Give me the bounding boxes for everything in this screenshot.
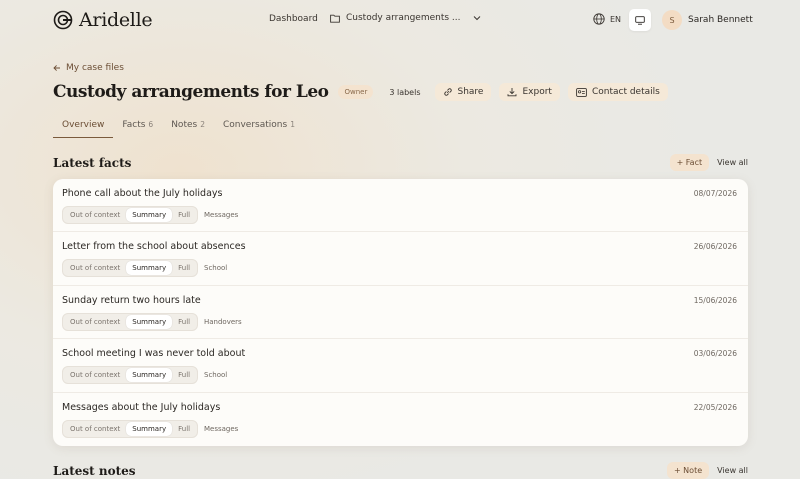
case-tabs: Overview Facts 6 Notes 2 Conversations 1 <box>53 116 748 138</box>
tab-label: Conversations <box>222 120 288 130</box>
arrow-left-icon <box>53 65 60 71</box>
list-item[interactable]: Sunday return two hours late 15/06/2026 … <box>53 286 748 340</box>
view-all-notes-link[interactable]: View all <box>717 466 748 475</box>
list-item[interactable]: Phone call about the July holidays 08/07… <box>53 179 748 233</box>
fact-title: Sunday return two hours late <box>62 294 201 306</box>
fact-category: School <box>204 371 228 380</box>
labels-button[interactable]: 3 labels <box>383 85 426 100</box>
summary-option[interactable]: Summary <box>126 368 173 383</box>
full-option[interactable]: Full <box>172 315 196 329</box>
fact-date: 03/06/2026 <box>693 349 737 359</box>
latest-notes-actions: + Note View all <box>666 462 748 479</box>
out-of-context-option[interactable]: Out of context <box>64 261 126 275</box>
share-button[interactable]: Share <box>434 83 492 101</box>
logo-mark-icon <box>53 10 73 30</box>
summary-option[interactable]: Summary <box>126 314 173 329</box>
export-label: Export <box>522 87 552 97</box>
page-header: Custody arrangements for Leo Owner 3 lab… <box>53 82 676 102</box>
add-note-button[interactable]: + Note <box>666 462 710 479</box>
latest-facts-actions: + Fact View all <box>669 154 748 171</box>
tab-label: Facts <box>122 120 146 130</box>
contact-details-button[interactable]: Contact details <box>567 83 668 101</box>
fact-category: Handovers <box>204 317 242 326</box>
link-icon <box>443 88 452 96</box>
monitor-icon <box>635 15 645 25</box>
tab-count: 1 <box>290 120 295 129</box>
top-bar: Aridelle Dashboard Custody arrangements … <box>0 0 800 40</box>
fact-date: 08/07/2026 <box>693 189 737 198</box>
contact-details-label: Contact details <box>591 87 660 97</box>
user-menu[interactable]: S Sarah Bennett <box>662 10 753 30</box>
tab-notes[interactable]: Notes 2 <box>162 116 214 138</box>
fact-title: Letter from the school about absences <box>62 241 246 253</box>
out-of-context-option[interactable]: Out of context <box>64 368 126 382</box>
fact-title: Messages about the July holidays <box>62 401 221 413</box>
latest-facts-header: Latest facts + Fact View all <box>53 154 748 171</box>
list-item[interactable]: School meeting I was never told about 03… <box>53 339 748 393</box>
folder-icon <box>330 14 340 23</box>
fact-date: 22/05/2026 <box>693 402 737 412</box>
add-fact-button[interactable]: + Fact <box>669 154 710 171</box>
fact-category: Messages <box>204 424 239 433</box>
tab-overview[interactable]: Overview <box>53 116 114 138</box>
tab-count: 6 <box>148 120 154 129</box>
avatar: S <box>662 10 682 30</box>
contact-card-icon <box>576 87 587 97</box>
chevron-down-icon <box>473 16 480 21</box>
nav-dashboard-link[interactable]: Dashboard <box>269 14 318 24</box>
full-option[interactable]: Full <box>172 208 196 222</box>
brand-logo[interactable]: Aridelle <box>53 9 153 31</box>
tab-count: 2 <box>200 120 205 129</box>
fact-category: Messages <box>204 211 239 219</box>
view-mode-toggle: Out of context Summary Full <box>62 206 199 224</box>
summary-option[interactable]: Summary <box>126 421 173 436</box>
case-selector[interactable]: Custody arrangements ... <box>330 13 481 23</box>
list-item[interactable]: Messages about the July holidays 22/05/2… <box>53 393 748 446</box>
language-label: EN <box>610 14 622 24</box>
full-option[interactable]: Full <box>172 422 196 436</box>
full-option[interactable]: Full <box>172 261 196 275</box>
view-mode-toggle: Out of context Summary Full <box>62 366 199 385</box>
globe-icon <box>593 13 605 25</box>
latest-notes-title: Latest notes <box>53 463 136 478</box>
tab-label: Notes <box>171 120 198 130</box>
summary-option[interactable]: Summary <box>126 261 173 276</box>
view-mode-toggle: Out of context Summary Full <box>62 259 199 278</box>
latest-notes-header: Latest notes + Note View all <box>53 462 748 479</box>
page-title: Custody arrangements for Leo <box>53 82 329 102</box>
out-of-context-option[interactable]: Out of context <box>64 208 126 222</box>
tab-facts[interactable]: Facts 6 <box>113 116 162 138</box>
case-selector-label: Custody arrangements ... <box>346 13 461 23</box>
out-of-context-option[interactable]: Out of context <box>64 315 126 329</box>
fact-category: School <box>204 264 228 273</box>
display-mode-button[interactable] <box>629 9 651 31</box>
role-badge: Owner <box>338 85 374 99</box>
list-item[interactable]: Letter from the school about absences 26… <box>53 232 748 286</box>
language-selector[interactable]: EN <box>593 13 621 25</box>
view-mode-toggle: Out of context Summary Full <box>62 312 199 331</box>
summary-option[interactable]: Summary <box>126 208 173 222</box>
tab-label: Overview <box>62 120 105 130</box>
fact-date: 15/06/2026 <box>693 295 737 305</box>
export-button[interactable]: Export <box>499 83 560 101</box>
view-all-facts-link[interactable]: View all <box>717 158 748 167</box>
tab-conversations[interactable]: Conversations 1 <box>214 116 304 138</box>
share-label: Share <box>457 87 484 97</box>
out-of-context-option[interactable]: Out of context <box>64 422 126 436</box>
fact-title: Phone call about the July holidays <box>62 188 223 199</box>
fact-date: 26/06/2026 <box>693 242 737 252</box>
brand-name: Aridelle <box>79 9 153 31</box>
back-link-label: My case files <box>66 63 124 73</box>
user-name: Sarah Bennett <box>688 15 753 25</box>
full-option[interactable]: Full <box>172 368 196 382</box>
view-mode-toggle: Out of context Summary Full <box>62 419 199 438</box>
facts-list: Phone call about the July holidays 08/07… <box>53 179 748 446</box>
download-icon <box>508 88 517 97</box>
latest-facts-title: Latest facts <box>53 155 132 170</box>
back-to-case-files-link[interactable]: My case files <box>53 63 124 73</box>
fact-title: School meeting I was never told about <box>62 348 246 360</box>
